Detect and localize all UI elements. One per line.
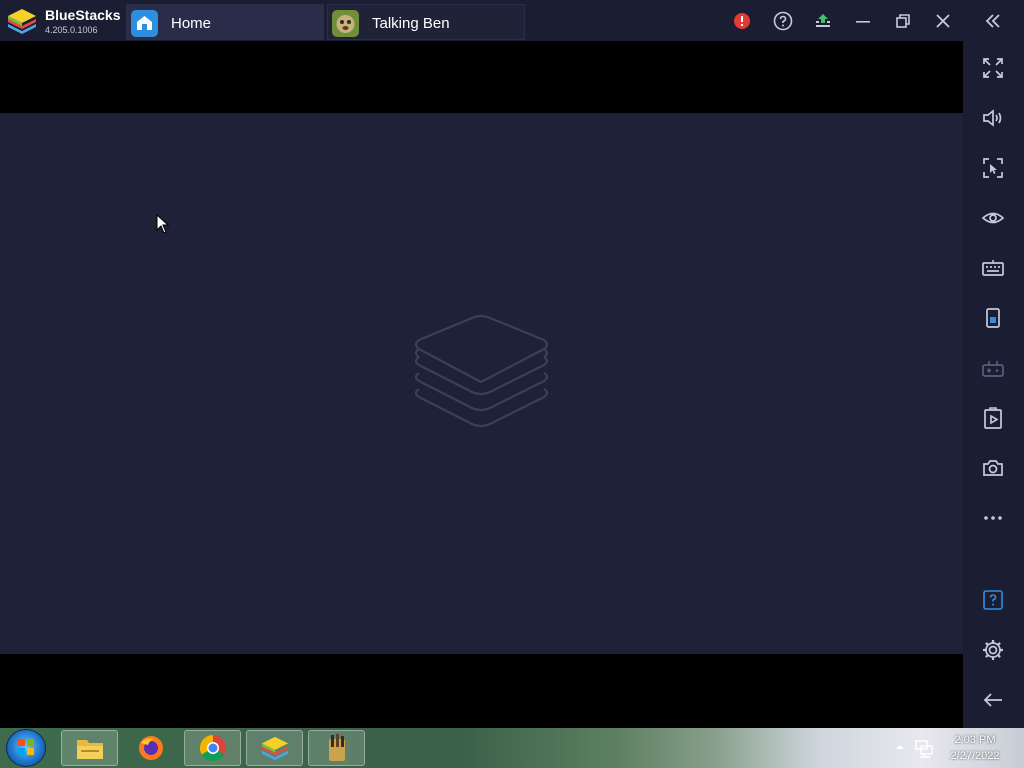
gamepad-icon xyxy=(982,361,1004,377)
collapse-sidebar-button[interactable] xyxy=(978,6,1008,36)
gamepad-button[interactable] xyxy=(978,353,1008,383)
tab-home-label: Home xyxy=(171,15,212,32)
macro-button[interactable] xyxy=(978,403,1008,433)
keyboard-icon xyxy=(982,260,1004,276)
bluestacks-icon xyxy=(261,736,288,761)
clock-date: 2/27/2022 xyxy=(950,750,1000,762)
rotate-button[interactable] xyxy=(978,303,1008,333)
network-icon[interactable] xyxy=(914,738,934,758)
taskbar-bluestacks[interactable] xyxy=(246,730,303,766)
show-hidden-icons-icon[interactable] xyxy=(895,742,905,752)
screenshot-icon xyxy=(983,460,1003,476)
macro-icon xyxy=(984,407,1002,429)
help-icon xyxy=(773,11,793,31)
lock-cursor-button[interactable] xyxy=(978,153,1008,183)
eye-icon xyxy=(981,212,1005,224)
volume-icon xyxy=(983,109,1002,127)
start-button[interactable] xyxy=(6,729,46,767)
close-button[interactable] xyxy=(928,6,958,36)
restore-button[interactable] xyxy=(888,6,918,36)
collapse-sidebar-icon xyxy=(985,14,1000,28)
keyboard-button[interactable] xyxy=(978,253,1008,283)
close-icon xyxy=(936,14,950,28)
app-version: 4.205.0.1006 xyxy=(45,25,98,35)
app-name: BlueStacks xyxy=(45,7,121,23)
brand: BlueStacks 4.205.0.1006 xyxy=(6,5,124,37)
settings-button[interactable] xyxy=(978,635,1008,665)
file-explorer-icon xyxy=(76,740,103,759)
rotate-icon xyxy=(986,308,1000,328)
bluestacks-logo-icon xyxy=(8,9,36,34)
tab-talking-ben[interactable]: Talking Ben xyxy=(327,4,525,40)
chrome-icon xyxy=(199,734,226,762)
more-icon xyxy=(984,516,1002,520)
clock-time: 2:03 PM xyxy=(954,734,996,746)
lock-cursor-icon xyxy=(983,158,1003,178)
volume-button[interactable] xyxy=(978,103,1008,133)
fullscreen-icon xyxy=(983,58,1003,78)
taskbar-file-explorer[interactable] xyxy=(61,730,118,766)
bluestacks-window: BlueStacks 4.205.0.1006 Home Talking Ben… xyxy=(0,0,1024,768)
title-bar: BlueStacks 4.205.0.1006 Home Talking Ben xyxy=(0,0,1024,41)
letterbox-bottom xyxy=(0,654,963,728)
firefox-icon xyxy=(138,736,163,760)
alert-button[interactable] xyxy=(727,6,757,36)
update-icon xyxy=(816,14,830,27)
help-button[interactable] xyxy=(768,6,798,36)
minimize-button[interactable] xyxy=(848,6,878,36)
back-icon xyxy=(983,693,1002,707)
bluestacks-loading-logo-icon xyxy=(414,314,549,428)
fullscreen-button[interactable] xyxy=(978,53,1008,83)
home-icon xyxy=(131,10,158,37)
app-icon xyxy=(328,734,345,761)
settings-icon xyxy=(983,640,1003,660)
mouse-cursor-icon xyxy=(156,214,170,234)
update-button[interactable] xyxy=(808,6,838,36)
right-toolbar xyxy=(963,41,1024,728)
sidebar-help-button[interactable] xyxy=(978,585,1008,615)
taskbar-app[interactable] xyxy=(308,730,365,766)
taskbar-clock[interactable]: 2:03 PM 2/27/2022 xyxy=(940,732,1010,764)
windows-taskbar: 2:03 PM 2/27/2022 xyxy=(0,728,1024,768)
more-button[interactable] xyxy=(978,503,1008,533)
talking-ben-icon xyxy=(332,10,359,37)
letterbox-top xyxy=(0,41,963,113)
windows-logo-icon xyxy=(18,739,34,755)
tab-home[interactable]: Home xyxy=(126,4,324,40)
help-icon xyxy=(983,590,1003,610)
tab-talking-ben-label: Talking Ben xyxy=(372,15,450,32)
alert-icon xyxy=(734,13,750,29)
taskbar-firefox[interactable] xyxy=(122,730,179,766)
screenshot-button[interactable] xyxy=(978,453,1008,483)
back-button[interactable] xyxy=(978,685,1008,715)
taskbar-chrome[interactable] xyxy=(184,730,241,766)
restore-icon xyxy=(896,14,910,28)
minimize-icon xyxy=(856,21,870,23)
eye-button[interactable] xyxy=(978,203,1008,233)
